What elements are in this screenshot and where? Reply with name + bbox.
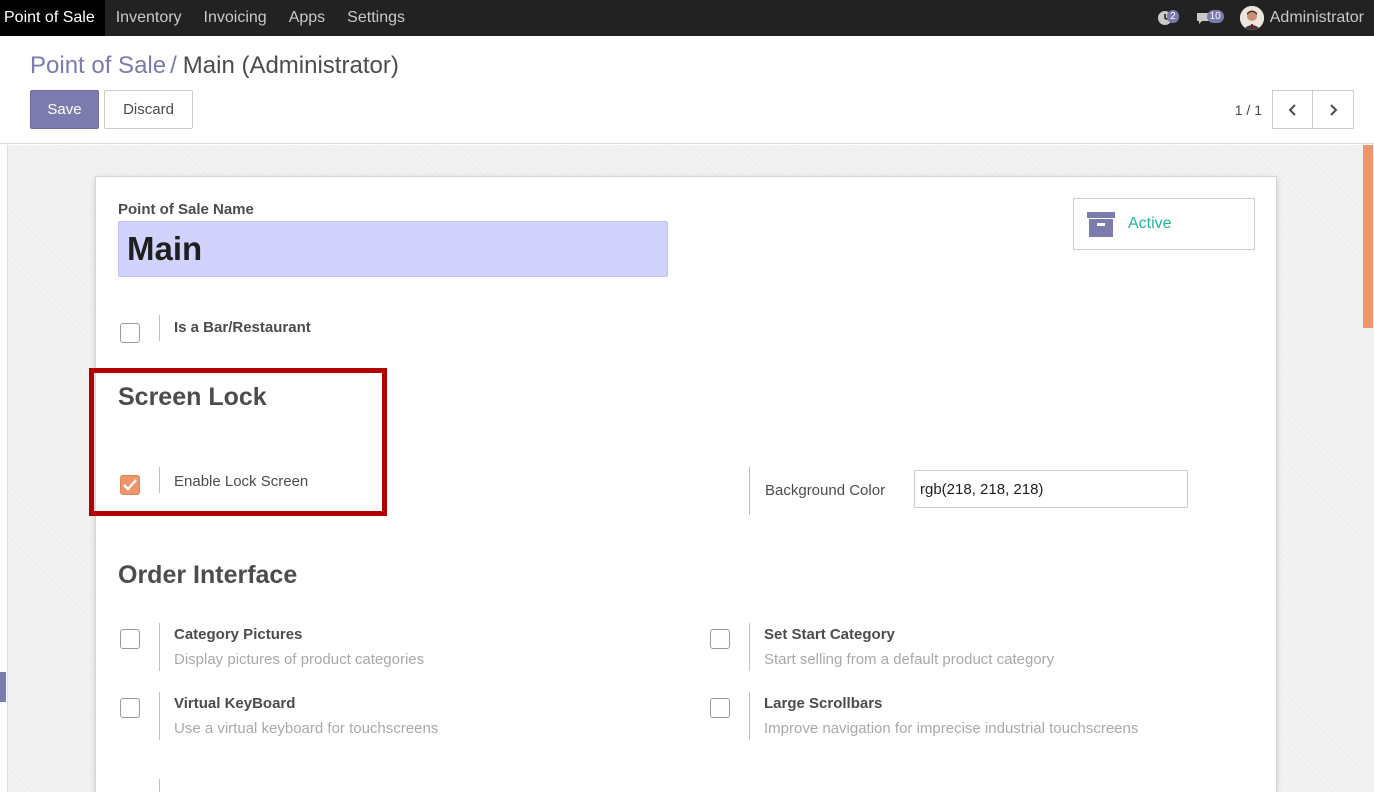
divider <box>159 315 160 341</box>
virtual-keyboard-label: Virtual KeyBoard <box>174 695 296 712</box>
active-label: Active <box>1128 215 1172 232</box>
name-input[interactable]: Main <box>118 221 668 277</box>
messages-button[interactable]: 10 <box>1195 9 1224 26</box>
divider <box>749 623 750 671</box>
category-pictures-label: Category Pictures <box>174 626 303 643</box>
breadcrumb-link-pos[interactable]: Point of Sale <box>30 52 166 79</box>
large-scrollbars-checkbox[interactable] <box>710 698 730 718</box>
pager-value[interactable]: 1 / 1 <box>1235 102 1262 118</box>
chevron-right-icon <box>1330 103 1338 116</box>
set-start-category-help: Start selling from a default product cat… <box>764 651 1055 668</box>
user-name: Administrator <box>1269 9 1364 26</box>
background-color-input[interactable]: rgb(218, 218, 218) <box>914 470 1188 508</box>
order-interface-title: Order Interface <box>118 561 298 589</box>
pager-previous-button[interactable] <box>1272 90 1313 129</box>
breadcrumb-current: Main (Administrator) <box>182 52 399 79</box>
divider <box>159 692 160 740</box>
category-pictures-help: Display pictures of product categories <box>174 651 425 668</box>
breadcrumb: Point of Sale / Main (Administrator) <box>30 52 399 80</box>
breadcrumb-separator: / <box>170 52 177 79</box>
navbar-systray: 2 10 Administrator <box>1157 0 1364 36</box>
scroll-thumb[interactable] <box>1363 145 1373 328</box>
chevron-left-icon <box>1288 103 1296 116</box>
bar-restaurant-label: Is a Bar/Restaurant <box>174 319 311 336</box>
menu-invoicing[interactable]: Invoicing <box>193 0 278 36</box>
pager-next-button[interactable] <box>1313 90 1354 129</box>
name-label: Point of Sale Name <box>118 201 254 218</box>
set-start-category-label: Set Start Category <box>764 626 895 643</box>
set-start-category-checkbox[interactable] <box>710 629 730 649</box>
divider <box>749 467 750 515</box>
message-count-badge: 10 <box>1206 9 1224 23</box>
avatar <box>1239 6 1264 30</box>
background-color-label: Background Color <box>765 482 886 499</box>
large-scrollbars-help: Improve navigation for imprecise industr… <box>764 720 1139 737</box>
large-scrollbars-label: Large Scrollbars <box>764 695 883 712</box>
user-menu[interactable]: Administrator <box>1239 6 1364 30</box>
archive-icon <box>1087 212 1115 237</box>
active-toggle-button[interactable]: Active <box>1073 198 1255 250</box>
left-marker <box>0 672 6 702</box>
category-pictures-checkbox[interactable] <box>120 629 140 649</box>
menu-apps[interactable]: Apps <box>278 0 336 36</box>
menu-inventory[interactable]: Inventory <box>105 0 193 36</box>
menu-settings[interactable]: Settings <box>336 0 416 36</box>
control-panel: Point of Sale / Main (Administrator) Save … <box>0 36 1374 144</box>
app-name[interactable]: Point of Sale <box>0 0 105 36</box>
bar-restaurant-checkbox[interactable] <box>120 323 140 343</box>
divider <box>749 692 750 740</box>
top-navbar: Point of Sale Inventory Invoicing Apps S… <box>0 0 1374 36</box>
save-button[interactable]: Save <box>30 90 99 129</box>
screen-lock-highlight <box>89 368 387 516</box>
virtual-keyboard-checkbox[interactable] <box>120 698 140 718</box>
divider <box>159 779 160 792</box>
activity-count-badge: 2 <box>1167 9 1179 23</box>
discard-button[interactable]: Discard <box>104 90 193 129</box>
activity-button[interactable]: 2 <box>1157 9 1179 26</box>
virtual-keyboard-help: Use a virtual keyboard for touchscreens <box>174 720 439 737</box>
pager: 1 / 1 <box>1235 90 1354 129</box>
divider <box>159 623 160 671</box>
scrollbar[interactable] <box>1362 145 1374 792</box>
